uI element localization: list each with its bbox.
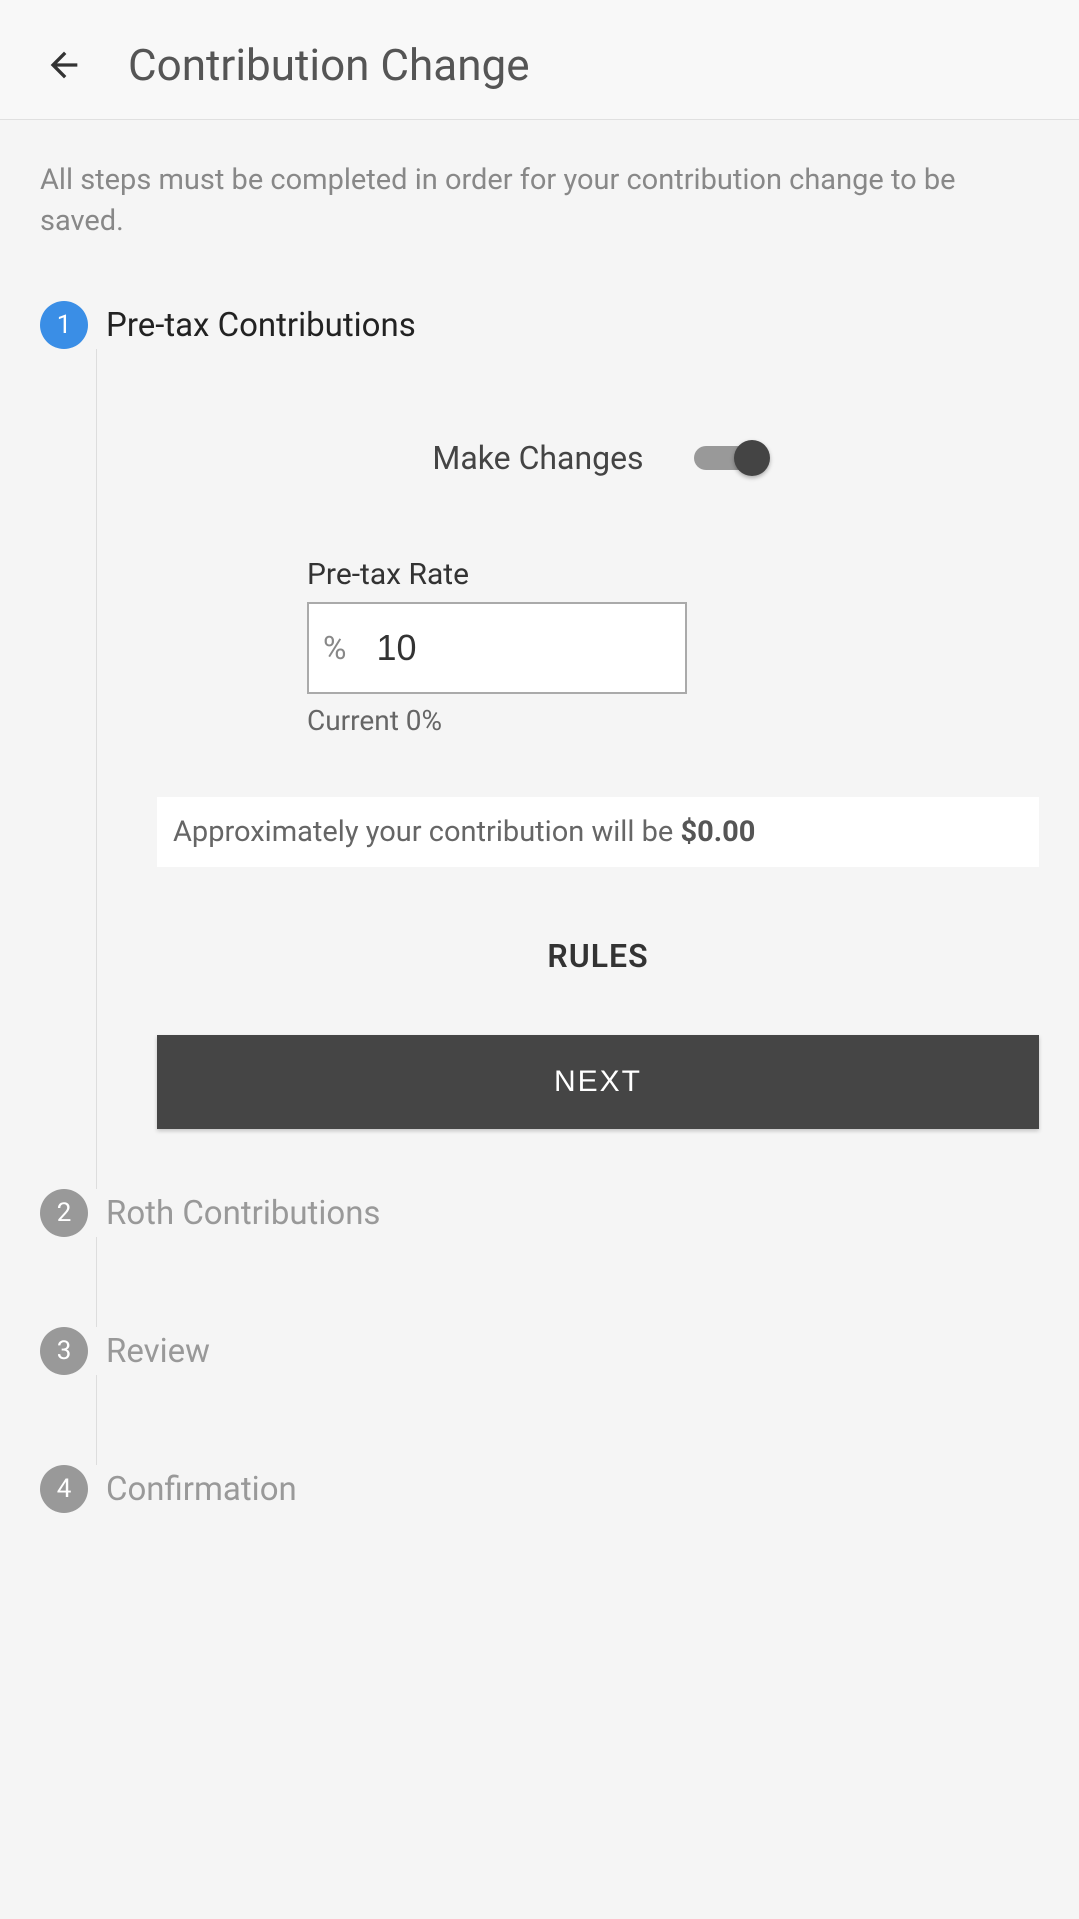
app-header: Contribution Change [0, 0, 1079, 120]
step-4-title: Confirmation [106, 1470, 297, 1509]
back-button[interactable] [40, 41, 88, 89]
step-2-title: Roth Contributions [106, 1194, 380, 1233]
make-changes-toggle[interactable] [694, 444, 764, 472]
step-3-title: Review [106, 1332, 210, 1371]
rules-button[interactable]: RULES [157, 937, 1039, 975]
step-4-badge: 4 [40, 1465, 88, 1513]
page-title: Contribution Change [128, 39, 530, 91]
step-1-title: Pre-tax Contributions [106, 306, 416, 345]
make-changes-row: Make Changes [157, 439, 1039, 477]
rate-section: Pre-tax Rate % Current 0% [307, 557, 1039, 737]
step-1-header[interactable]: 1 Pre-tax Contributions [40, 301, 1039, 349]
step-2-header[interactable]: 2 Roth Contributions [40, 1189, 1039, 1237]
estimate-amount: $0.00 [680, 815, 755, 849]
toggle-knob [734, 440, 770, 476]
pretax-current-rate: Current 0% [307, 704, 1039, 737]
step-4-header[interactable]: 4 Confirmation [40, 1465, 1039, 1513]
content-area: All steps must be completed in order for… [0, 120, 1079, 1553]
step-3-connector [96, 1375, 1039, 1465]
step-2-connector [96, 1237, 1039, 1327]
percent-prefix: % [323, 629, 346, 667]
arrow-left-icon [44, 45, 84, 85]
pretax-rate-field-wrap: % [307, 602, 687, 694]
estimate-box: Approximately your contribution will be … [157, 797, 1039, 867]
next-button[interactable]: NEXT [157, 1035, 1039, 1129]
make-changes-label: Make Changes [432, 439, 643, 477]
step-1-badge: 1 [40, 301, 88, 349]
step-3-header[interactable]: 3 Review [40, 1327, 1039, 1375]
estimate-prefix: Approximately your contribution will be [173, 815, 680, 849]
pretax-rate-input[interactable] [376, 627, 671, 669]
pretax-rate-label: Pre-tax Rate [307, 557, 1039, 592]
step-2-badge: 2 [40, 1189, 88, 1237]
step-3-badge: 3 [40, 1327, 88, 1375]
step-1-body: Make Changes Pre-tax Rate % Current 0% A… [96, 349, 1039, 1189]
instructions-text: All steps must be completed in order for… [40, 160, 1039, 241]
